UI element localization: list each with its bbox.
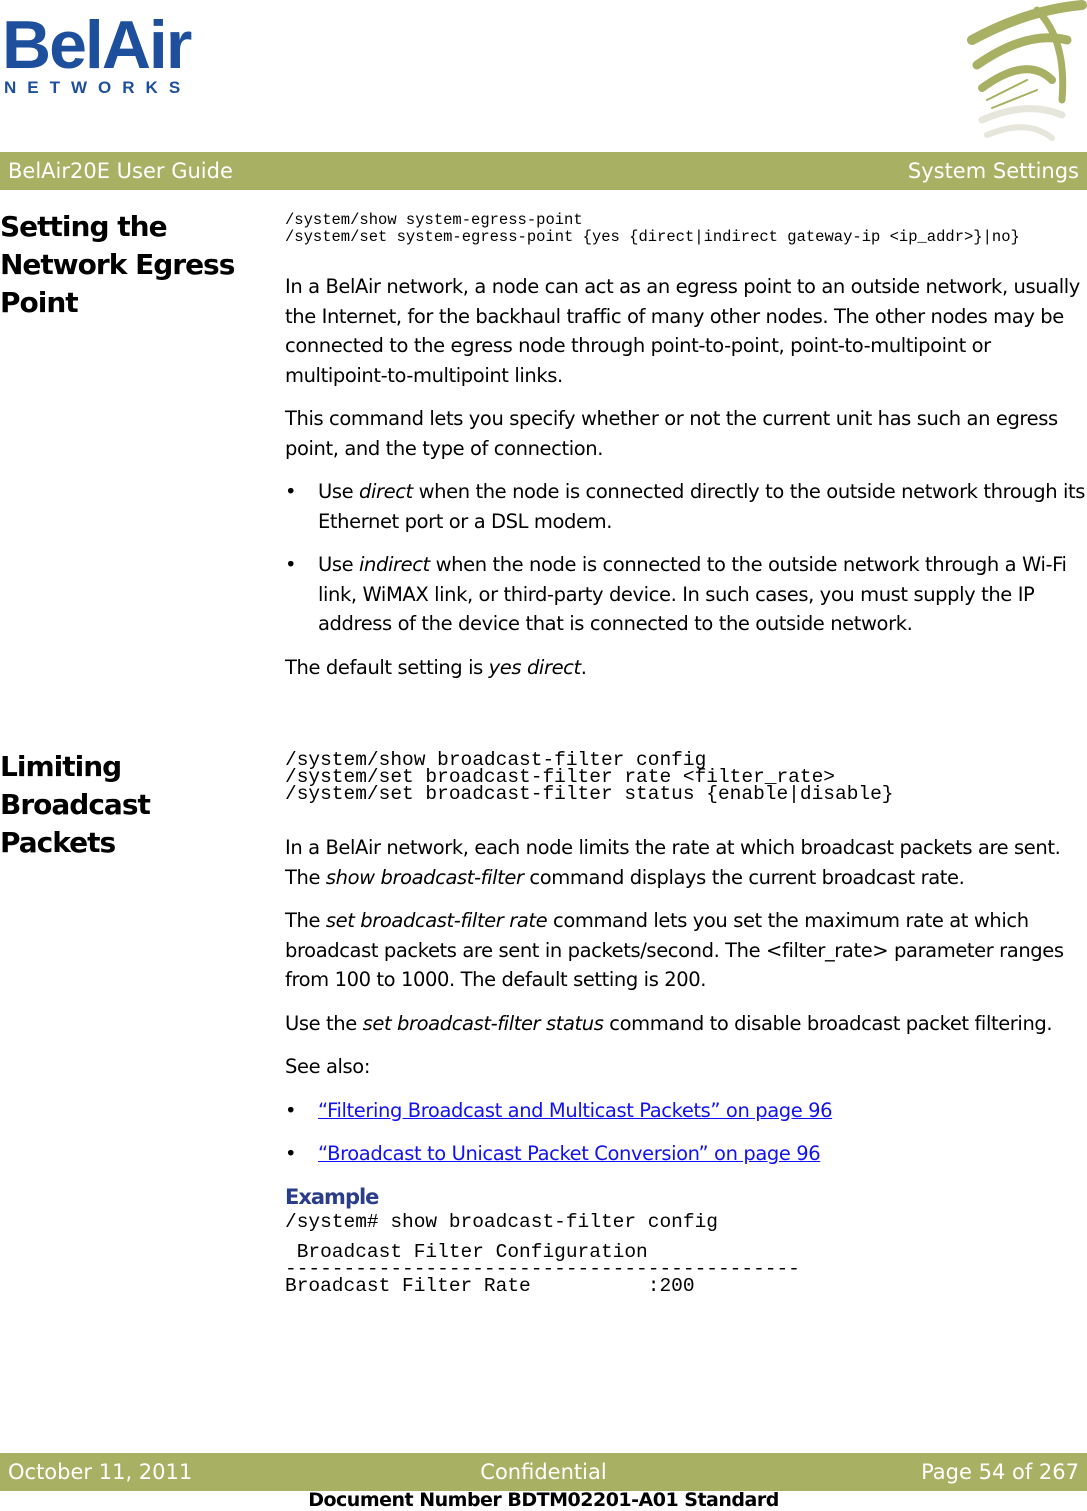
command-line: /system/show system-egress-point <box>285 211 583 229</box>
emphasis: set broadcast-filter status <box>362 1011 604 1035</box>
chapter-title: System Settings <box>907 159 1079 183</box>
section-broadcast-body: /system/show broadcast-filter config /sy… <box>285 750 1085 1297</box>
heading-line: Point <box>0 286 79 319</box>
emphasis: direct <box>359 480 413 503</box>
section-egress-body: /system/show system-egress-point /system… <box>285 212 1085 696</box>
see-also-list: • “Filtering Broadcast and Multicast Pack… <box>285 1096 1085 1169</box>
guide-title: BelAir20E User Guide <box>8 159 233 183</box>
text: when the node is connected to the outsid… <box>318 553 1067 635</box>
logo-subtitle: NETWORKS <box>4 78 192 97</box>
see-also-label: See also: <box>285 1055 370 1078</box>
paragraph: In a BelAir network, a node can act as a… <box>285 275 1080 387</box>
paragraph: The set broadcast-filter rate command le… <box>285 906 1085 995</box>
example-command: /system# show broadcast-filter config <box>285 1210 718 1233</box>
output-line: Broadcast Filter Rate :200 <box>285 1274 695 1297</box>
footer-band: October 11, 2011 Confidential Page 54 of… <box>0 1453 1087 1491</box>
bullet-list: • Use direct when the node is connected d… <box>285 477 1085 639</box>
text: when the node is connected directly to t… <box>318 480 1086 533</box>
text: . <box>580 655 587 679</box>
heading-line: Network Egress <box>0 248 235 281</box>
bullet-icon: • <box>285 480 297 503</box>
document-number: Document Number BDTM02201-A01 Standard <box>308 1489 779 1511</box>
heading-line: Broadcast Packets <box>0 788 151 859</box>
emphasis: yes direct <box>488 655 581 679</box>
logo-wordmark: BelAir <box>2 7 192 83</box>
swoosh-graphic-icon <box>967 0 1087 141</box>
paragraph: This command lets you specify whether or… <box>285 407 1058 460</box>
emphasis: show broadcast-filter <box>325 865 524 889</box>
header-band: BelAir20E User Guide System Settings <box>0 152 1087 190</box>
text: The default setting is <box>285 655 489 679</box>
emphasis: indirect <box>359 553 430 576</box>
paragraph: In a BelAir network, each node limits th… <box>285 833 1085 892</box>
bullet-icon: • <box>285 553 297 576</box>
section-heading-broadcast: Limiting Broadcast Packets <box>0 748 265 862</box>
section-heading-egress: Setting the Network Egress Point <box>0 208 265 322</box>
text: The <box>285 909 326 932</box>
text: Use <box>318 553 360 576</box>
heading-line: Setting the <box>0 210 168 243</box>
heading-line: Limiting <box>0 750 122 783</box>
command-syntax: /system/show system-egress-point /system… <box>285 212 1085 246</box>
command-line: /system/set broadcast-filter status {ena… <box>285 783 894 805</box>
command-line: /system/set system-egress-point {yes {di… <box>285 228 1020 246</box>
text: Use the <box>285 1011 363 1035</box>
link-filtering-broadcast-multicast[interactable]: “Filtering Broadcast and Multicast Packe… <box>318 1099 833 1122</box>
text: command displays the current broadcast r… <box>523 865 965 889</box>
footer-page-number: Page 54 of 267 <box>921 1460 1079 1484</box>
default-setting: The default setting is yes direct. <box>285 653 1085 683</box>
bullet-icon: • <box>285 1142 297 1165</box>
bullet-item: • Use direct when the node is connected d… <box>285 477 1085 536</box>
see-also-item: • “Filtering Broadcast and Multicast Pack… <box>285 1096 1085 1126</box>
emphasis: set broadcast-filter rate <box>325 909 548 932</box>
see-also-item: • “Broadcast to Unicast Packet Conversion… <box>285 1139 1085 1169</box>
paragraph: Use the set broadcast-filter status comm… <box>285 1009 1085 1039</box>
command-syntax: /system/show broadcast-filter config /sy… <box>285 750 1085 805</box>
bullet-icon: • <box>285 1098 297 1122</box>
text: command to disable broadcast packet filt… <box>603 1011 1053 1035</box>
example-output: Broadcast Filter Configuration ---------… <box>285 1242 1085 1297</box>
bullet-item: • Use indirect when the node is connected… <box>285 550 1085 639</box>
belair-logo: BelAir NETWORKS <box>2 10 202 98</box>
example-heading: Example <box>285 1184 379 1209</box>
text: Use <box>318 480 360 503</box>
link-broadcast-unicast-conversion[interactable]: “Broadcast to Unicast Packet Conversion”… <box>318 1142 821 1165</box>
